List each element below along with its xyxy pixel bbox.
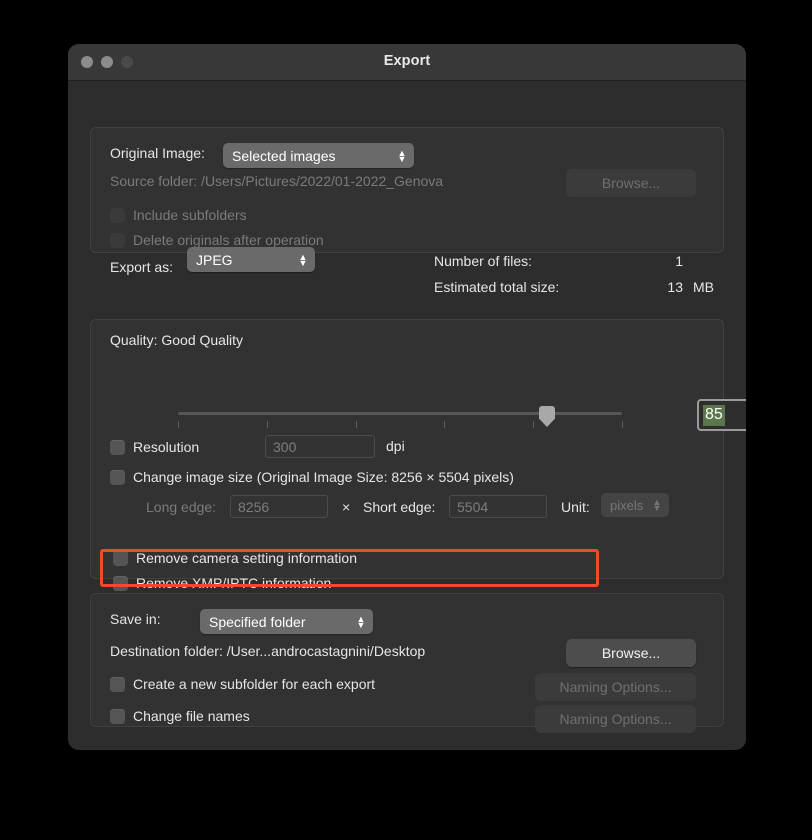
quality-label: Quality: Good Quality [110,332,244,348]
number-of-files-value: 1 [675,253,683,269]
source-folder-label: Source folder: /Users/Pictures/2022/01-2… [110,173,444,189]
export-as-label: Export as: [110,259,174,275]
change-file-names-checkbox-row[interactable]: Change file names [110,708,250,724]
save-in-label: Save in: [110,611,161,627]
create-subfolder-checkbox-row[interactable]: Create a new subfolder for each export [110,676,375,692]
long-edge-input: 8256 [230,495,328,518]
quality-slider-track [178,412,622,415]
destination-browse-button[interactable]: Browse... [566,639,696,667]
include-subfolders-checkbox-row: Include subfolders [110,207,247,223]
short-edge-input: 5504 [449,495,547,518]
screen: Export Original Image: Selected images ▲… [0,0,812,840]
unit-select: pixels ▲ ▼ [601,493,669,517]
dpi-label: dpi [386,438,405,454]
create-subfolder-label: Create a new subfolder for each export [133,676,376,692]
short-edge-label: Short edge: [363,499,436,515]
remove-camera-settings-checkbox[interactable] [113,550,128,566]
resolution-label: Resolution [133,439,200,455]
source-browse-button: Browse... [566,169,696,197]
resolution-checkbox-row[interactable]: Resolution [110,439,199,455]
save-in-select-value: Specified folder [209,613,306,630]
estimated-total-size-value: 13 [667,279,683,295]
remove-xmp-iptc-checkbox-row[interactable]: Remove XMP/IPTC information [113,575,331,591]
remove-camera-settings-label: Remove camera setting information [136,550,357,566]
long-edge-label: Long edge: [146,499,217,515]
original-image-select[interactable]: Selected images ▲ ▼ [223,143,414,168]
chevron-updown-icon: ▲ ▼ [298,251,308,268]
change-file-names-naming-options-button: Naming Options... [535,705,696,733]
original-image-select-value: Selected images [232,147,336,164]
unit-label: Unit: [561,499,590,515]
change-image-size-checkbox[interactable] [110,469,125,485]
quality-slider-ticks [178,421,623,428]
resolution-input: 300 [265,435,375,458]
create-subfolder-checkbox[interactable] [110,676,125,692]
window-title: Export [383,53,431,69]
change-image-size-checkbox-row[interactable]: Change image size (Original Image Size: … [110,469,514,485]
destination-folder-label: Destination folder: /User...androcastagn… [110,643,426,659]
save-in-select[interactable]: Specified folder ▲ ▼ [200,609,373,634]
number-of-files-label: Number of files: [434,253,533,269]
window-titlebar: Export [68,44,746,81]
estimated-total-size-label: Estimated total size: [434,279,560,295]
resolution-checkbox[interactable] [110,439,125,455]
unit-select-value: pixels [610,497,644,513]
change-file-names-label: Change file names [133,708,250,724]
delete-originals-checkbox [110,232,125,248]
export-dialog-window: Export Original Image: Selected images ▲… [68,44,746,750]
remove-xmp-iptc-checkbox[interactable] [113,575,128,591]
export-as-select-value: JPEG [196,251,233,268]
quality-value-input[interactable]: 85 [697,399,746,431]
dimensions-times-label: × [342,499,351,515]
quality-value-text: 85 [703,404,725,426]
include-subfolders-label: Include subfolders [133,207,247,223]
create-subfolder-naming-options-button: Naming Options... [535,673,696,701]
chevron-updown-icon: ▲ ▼ [356,613,366,630]
quality-slider[interactable] [178,406,623,434]
change-image-size-label: Change image size (Original Image Size: … [133,469,514,485]
export-as-select[interactable]: JPEG ▲ ▼ [187,247,315,272]
estimated-total-size-unit: MB [693,279,714,295]
dialog-body: Original Image: Selected images ▲ ▼ Sourc… [68,81,746,750]
delete-originals-label: Delete originals after operation [133,232,324,248]
remove-xmp-iptc-label: Remove XMP/IPTC information [136,575,332,591]
remove-camera-settings-checkbox-row[interactable]: Remove camera setting information [113,550,357,566]
chevron-updown-icon: ▲ ▼ [397,147,407,164]
change-file-names-checkbox[interactable] [110,708,125,724]
chevron-updown-icon: ▲ ▼ [652,497,662,513]
original-image-label: Original Image: [110,145,205,161]
delete-originals-checkbox-row: Delete originals after operation [110,232,324,248]
include-subfolders-checkbox [110,207,125,223]
